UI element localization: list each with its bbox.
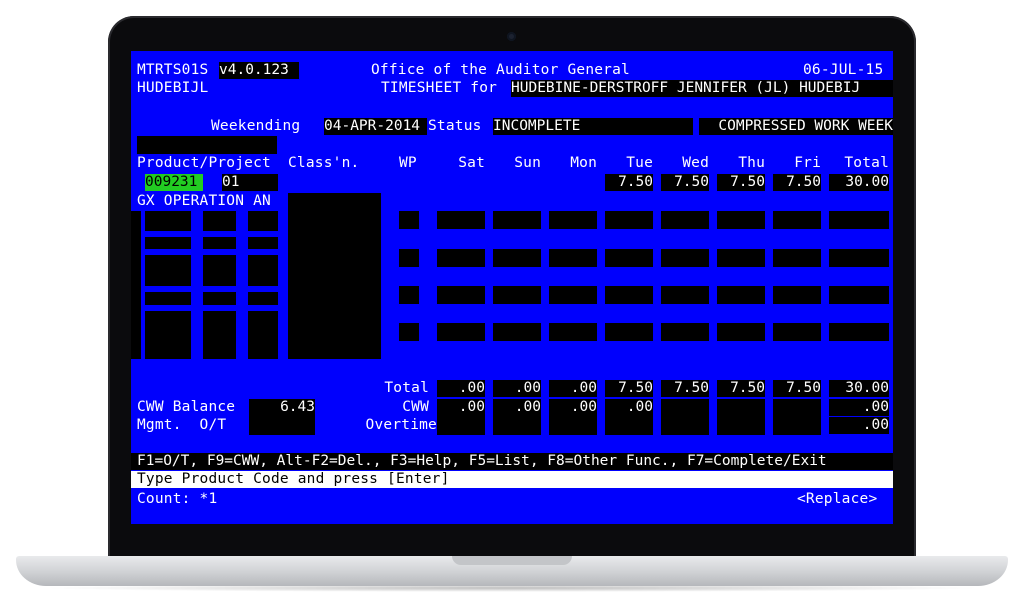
row-gap [145, 286, 278, 292]
version: v4.0.123 [219, 62, 299, 79]
total-label: Total [384, 380, 429, 396]
col-fri: Fri [794, 155, 821, 171]
cww-fri [773, 399, 821, 435]
col-product-project: Product/Project [137, 155, 271, 171]
total-tue: 7.50 [605, 380, 653, 397]
cww-sum: .00 [829, 399, 889, 416]
empty-field[interactable] [137, 136, 277, 154]
timesheet-for-label: TIMESHEET for [381, 80, 498, 96]
row-total: 30.00 [829, 174, 889, 191]
row-gap [145, 249, 278, 255]
cww-balance-label: CWW Balance [137, 399, 236, 415]
class-column-fields[interactable] [288, 193, 381, 359]
col-tue: Tue [626, 155, 653, 171]
message-text: Type Product Code and press [Enter] [137, 471, 450, 487]
status-label: Status [428, 118, 482, 134]
user-id: HUDEBIJL [137, 80, 209, 96]
tue-hours[interactable]: 7.50 [605, 174, 653, 191]
col-classification: Class'n. [288, 155, 360, 171]
schedule-field: COMPRESSED WORK WEEK [699, 118, 893, 135]
product-description: GX OPERATION AN [137, 193, 271, 209]
cww-mon: .00 [549, 399, 597, 435]
col-mon: Mon [570, 155, 597, 171]
program-id: MTRTS01S [137, 62, 209, 78]
weekending-field[interactable]: 04-APR-2014 [324, 118, 427, 135]
col-wp: WP [399, 155, 417, 171]
row-gap [145, 305, 278, 311]
function-keys-bar: F1=O/T, F9=CWW, Alt-F2=Del., F3=Help, F5… [131, 453, 893, 470]
insert-mode-indicator: <Replace> [797, 491, 878, 507]
weekending-label: Weekending [211, 118, 301, 134]
employee-name: HUDEBINE-DERSTROFF JENNIFER (JL) HUDEBIJ [511, 80, 893, 97]
fri-hours[interactable]: 7.50 [773, 174, 821, 191]
product-code-input[interactable]: 009231 [145, 174, 203, 191]
project-input[interactable]: 01 [222, 174, 278, 191]
total-wed: 7.50 [661, 380, 709, 397]
cww-sat: .00 [437, 399, 485, 435]
terminal-screen: MTRTS01S v4.0.123 Office of the Auditor … [131, 51, 893, 524]
total-thu: 7.50 [717, 380, 765, 397]
overtime-sum: .00 [829, 417, 889, 434]
col-total: Total [844, 155, 889, 171]
laptop-notch [452, 556, 572, 565]
row-gap [145, 231, 278, 237]
col-sat: Sat [458, 155, 485, 171]
col-thu: Thu [738, 155, 765, 171]
col-gap [191, 211, 203, 359]
col-gap [236, 211, 248, 359]
mgmt-ot-label: Mgmt. O/T [137, 417, 227, 433]
total-sun: .00 [493, 380, 541, 397]
col-wed: Wed [682, 155, 709, 171]
cww-balance: 6.43 [249, 399, 315, 435]
total-sat: .00 [437, 380, 485, 397]
overtime-label: Overtime [365, 417, 437, 433]
cww-sun: .00 [493, 399, 541, 435]
total-fri: 7.50 [773, 380, 821, 397]
cww-thu [717, 399, 765, 435]
cww-tue: .00 [605, 399, 653, 435]
thu-hours[interactable]: 7.50 [717, 174, 765, 191]
count-indicator: Count: *1 [137, 491, 218, 507]
org-title: Office of the Auditor General [371, 62, 630, 78]
wed-hours[interactable]: 7.50 [661, 174, 709, 191]
cww-wed [661, 399, 709, 435]
total-mon: .00 [549, 380, 597, 397]
message-bar: Type Product Code and press [Enter] [131, 471, 893, 488]
left-margin-fields [131, 211, 141, 359]
current-date: 06-JUL-15 [803, 62, 884, 78]
total-sum: 30.00 [829, 380, 889, 397]
camera-icon [507, 32, 516, 41]
status-field: INCOMPLETE [493, 118, 693, 135]
cww-label: CWW [402, 399, 429, 415]
col-sun: Sun [514, 155, 541, 171]
